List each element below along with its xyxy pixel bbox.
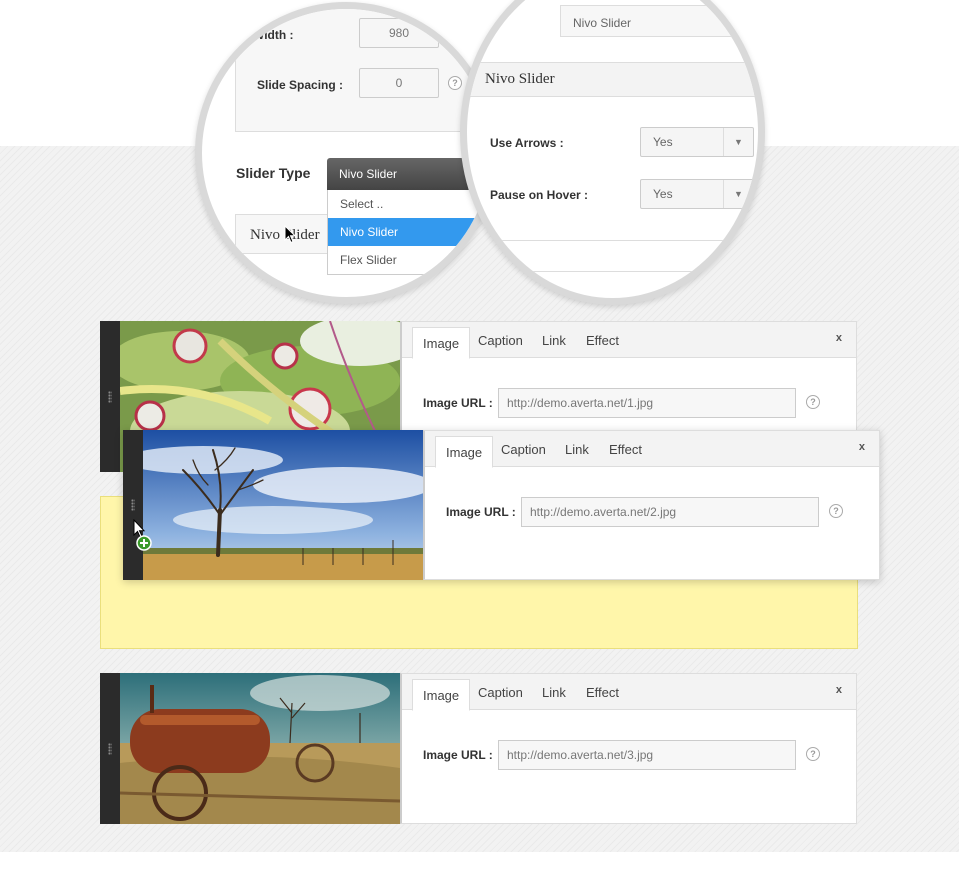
pause-on-hover-select[interactable]: Yes ▼ — [640, 179, 754, 209]
slider-type-options: Select .. Nivo Slider Flex Slider — [327, 190, 487, 275]
tab-effect[interactable]: Effect — [586, 674, 619, 710]
divider — [467, 240, 758, 241]
slide-row-2-dragging[interactable]: Image Caption Link Effect x Image URL : … — [123, 430, 880, 580]
slide-spacing-label: Slide Spacing : — [257, 78, 344, 92]
use-arrows-value: Yes — [653, 135, 673, 149]
use-arrows-select[interactable]: Yes ▼ — [640, 127, 754, 157]
tab-image[interactable]: Image — [412, 679, 471, 711]
tab-caption[interactable]: Caption — [478, 674, 523, 710]
pause-on-hover-label: Pause on Hover : — [490, 188, 589, 202]
tab-caption[interactable]: Caption — [478, 322, 523, 358]
pause-on-hover-value: Yes — [653, 187, 673, 201]
drag-copy-cursor-icon — [133, 519, 152, 551]
dropdown-option[interactable]: Select .. — [328, 190, 486, 218]
chevron-down-icon: ▼ — [723, 180, 753, 208]
image-url-label: Image URL : — [423, 396, 493, 410]
drag-handle[interactable] — [100, 321, 120, 472]
tab-bar: Image Caption Link Effect x — [402, 322, 856, 359]
tab-link[interactable]: Link — [565, 431, 589, 467]
slide-thumbnail-tree — [143, 430, 423, 580]
help-icon[interactable]: ? — [806, 747, 820, 761]
mouse-cursor-icon — [284, 225, 297, 244]
slide-settings-panel: Image Caption Link Effect x Image URL : … — [423, 430, 880, 580]
tab-bar: Image Caption Link Effect x — [425, 431, 879, 468]
help-icon[interactable]: ? — [829, 504, 843, 518]
close-icon[interactable]: x — [836, 332, 842, 344]
width-input[interactable]: 980 — [359, 18, 439, 48]
slider-name-field[interactable]: Nivo Slider — [560, 5, 758, 37]
slide-thumbnail-rusty-tank — [120, 673, 400, 824]
image-url-input[interactable]: http://demo.averta.net/2.jpg — [521, 497, 819, 527]
tab-image[interactable]: Image — [435, 436, 494, 468]
image-url-input[interactable]: http://demo.averta.net/3.jpg — [498, 740, 796, 770]
magnifier-lens-nivo-options: Nivo Slider Nivo Slider Use Arrows : Yes… — [460, 0, 765, 305]
image-url-input[interactable]: http://demo.averta.net/1.jpg — [498, 388, 796, 418]
dropdown-selected-value: Nivo Slider — [339, 167, 398, 181]
tab-link[interactable]: Link — [542, 674, 566, 710]
slide-spacing-input[interactable]: 0 — [359, 68, 439, 98]
slide-settings-panel: Image Caption Link Effect x Image URL : … — [400, 673, 857, 824]
tab-effect[interactable]: Effect — [609, 431, 642, 467]
help-icon[interactable]: ? — [448, 76, 462, 90]
help-icon[interactable]: ? — [806, 395, 820, 409]
close-icon[interactable]: x — [836, 684, 842, 696]
slide-row-3: Image Caption Link Effect x Image URL : … — [100, 673, 857, 824]
tab-caption[interactable]: Caption — [501, 431, 546, 467]
slider-name-value: Nivo Slider — [573, 16, 632, 30]
width-label: Width : — [253, 28, 294, 42]
dropdown-option-selected[interactable]: Nivo Slider — [328, 218, 486, 246]
tab-link[interactable]: Link — [542, 322, 566, 358]
tab-effect[interactable]: Effect — [586, 322, 619, 358]
section-title: Nivo Slider — [485, 71, 555, 87]
close-icon[interactable]: x — [859, 441, 865, 453]
divider — [467, 271, 758, 272]
slider-type-label: Slider Type — [236, 165, 311, 181]
grip-icon — [108, 390, 112, 403]
dropdown-option[interactable]: Flex Slider — [328, 246, 486, 274]
drag-handle[interactable] — [123, 430, 143, 580]
image-url-label: Image URL : — [446, 505, 516, 519]
grip-icon — [108, 742, 112, 755]
tab-bar: Image Caption Link Effect x — [402, 674, 856, 711]
image-url-label: Image URL : — [423, 748, 493, 762]
drag-handle[interactable] — [100, 673, 120, 824]
tab-image[interactable]: Image — [412, 327, 471, 359]
magnifier-lens-slider-settings: Width : 980 Slide Spacing : 0 ? Slider T… — [195, 2, 497, 304]
chevron-down-icon: ▼ — [723, 128, 753, 156]
grip-icon — [131, 499, 135, 511]
use-arrows-label: Use Arrows : — [490, 136, 564, 150]
